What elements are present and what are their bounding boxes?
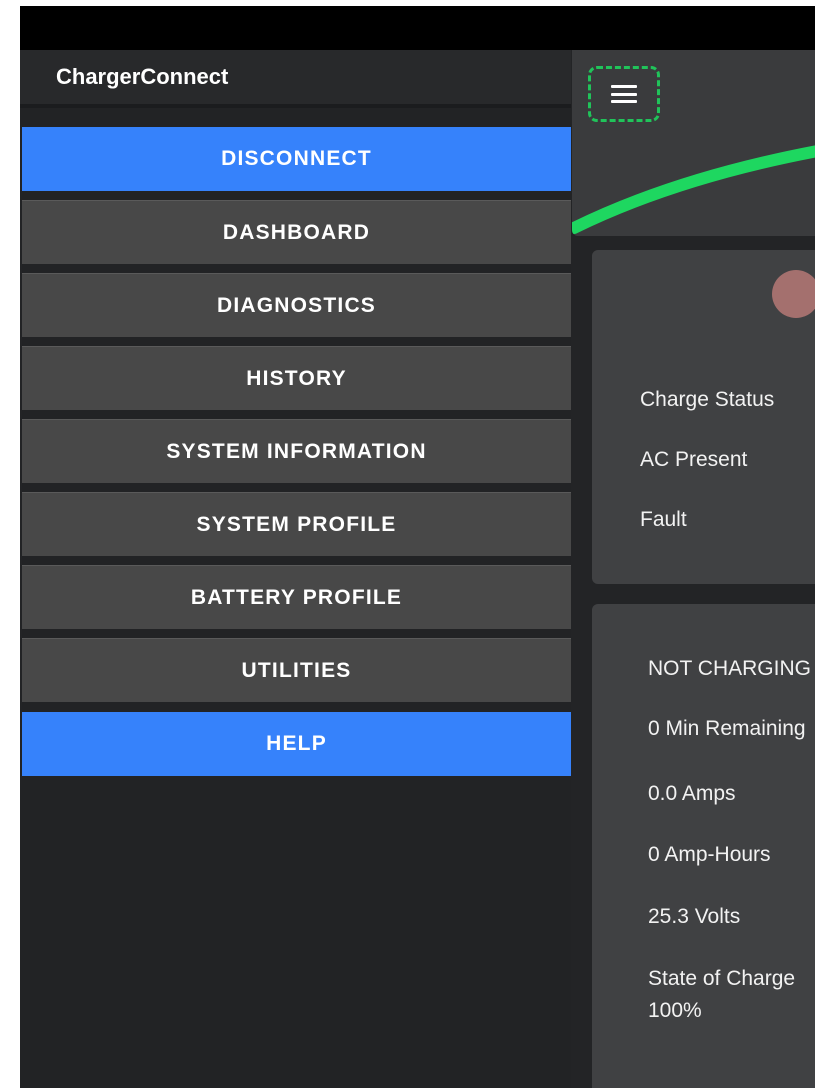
app-screen: Charge Status AC Present Fault NOT CHARG…	[20, 6, 815, 1088]
charge-summary-card: NOT CHARGING 0 Min Remaining 0.0 Amps 0 …	[592, 604, 815, 1088]
state-of-charge-label: State of Charge	[648, 967, 796, 990]
nav-item-dashboard[interactable]: DASHBOARD	[22, 200, 571, 264]
hamburger-menu-button[interactable]	[588, 66, 660, 122]
charge-gauge-arc	[572, 145, 815, 234]
nav-item-system-information[interactable]: SYSTEM INFORMATION	[22, 419, 571, 483]
status-bar	[20, 6, 815, 50]
amps-value: 0.0 Amps	[648, 782, 736, 805]
nav-item-system-profile[interactable]: SYSTEM PROFILE	[22, 492, 571, 556]
hamburger-menu-icon	[611, 85, 637, 103]
nav-item-battery-profile[interactable]: BATTERY PROFILE	[22, 565, 571, 629]
ac-present-label: AC Present	[640, 448, 748, 471]
charge-status-label: Charge Status	[640, 388, 775, 411]
nav-item-utilities[interactable]: UTILITIES	[22, 638, 571, 702]
disconnect-button[interactable]: DISCONNECT	[22, 127, 571, 191]
amp-hours-value: 0 Amp-Hours	[648, 843, 771, 866]
time-remaining-value: 0 Min Remaining	[648, 717, 806, 740]
nav-item-diagnostics[interactable]: DIAGNOSTICS	[22, 273, 571, 337]
nav-item-history[interactable]: HISTORY	[22, 346, 571, 410]
navigation-drawer: ChargerConnect DISCONNECT DASHBOARD DIAG…	[20, 50, 571, 1088]
charge-status-value: NOT CHARGING	[648, 657, 811, 680]
status-indicator-dot	[772, 270, 815, 318]
app-title: ChargerConnect	[56, 64, 229, 89]
state-of-charge-value: 100%	[648, 999, 702, 1022]
help-button[interactable]: HELP	[22, 712, 571, 776]
volts-value: 25.3 Volts	[648, 905, 741, 928]
status-indicators-card: Charge Status AC Present Fault	[592, 250, 815, 584]
fault-label: Fault	[640, 508, 687, 531]
drawer-header: ChargerConnect	[20, 50, 571, 108]
